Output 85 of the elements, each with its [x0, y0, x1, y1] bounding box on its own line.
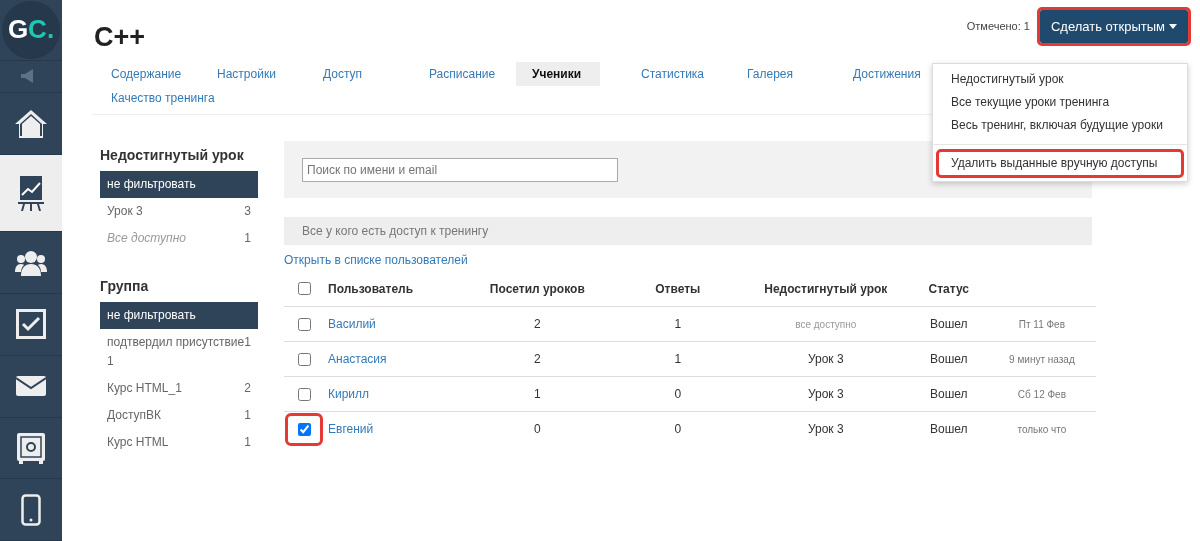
filter-label: не фильтровать [107, 176, 196, 193]
table-cell: Урок 3 [741, 411, 910, 446]
table-cell: 0 [460, 411, 614, 446]
home-icon[interactable] [15, 108, 47, 139]
filter-label: Курс HTML_1 [107, 380, 182, 397]
make-open-button[interactable]: Сделать открытым [1039, 9, 1188, 43]
table-cell: Вошел [909, 411, 988, 446]
filter-label: ДоступВК [107, 407, 162, 424]
chart-easel-icon[interactable] [18, 175, 44, 212]
user-link[interactable]: Василий [328, 317, 376, 331]
table-cell: Пт 11 Фев [987, 306, 1096, 342]
user-link[interactable]: Анастасия [328, 352, 387, 366]
row-checkbox[interactable] [298, 317, 311, 331]
column-header: Ответы [613, 271, 742, 307]
user-link[interactable]: Кирилл [328, 387, 370, 401]
page-title: C++ [94, 21, 146, 53]
table-cell: Урок 3 [741, 376, 910, 412]
table-cell: 2 [460, 306, 614, 342]
filter-count: 2 [244, 380, 251, 397]
tab[interactable]: Галерея [728, 62, 834, 86]
column-header: Статус [909, 271, 988, 307]
filter-count: 1 [244, 407, 251, 424]
tab[interactable]: Доступ [304, 62, 410, 86]
tab[interactable]: Расписание [410, 62, 516, 86]
caret-icon [1169, 23, 1177, 29]
filter-label: Урок 3 [107, 203, 143, 220]
search-field[interactable]: Поиск по имени и email [302, 157, 618, 182]
filter-label: Курс HTML [107, 434, 169, 451]
table-cell: Вошел [909, 341, 988, 377]
filter-item[interactable]: не фильтровать [100, 171, 258, 198]
table-cell: Вошел [909, 376, 988, 412]
table-cell: только что [987, 411, 1096, 446]
table-cell: 0 [613, 376, 742, 412]
users-icon[interactable] [15, 249, 47, 276]
marked-count: Отмечено: 1 [966, 20, 1030, 32]
row-checkbox[interactable] [298, 422, 311, 436]
filter-label: Все доступно [107, 230, 186, 247]
user-link[interactable]: Евгений [328, 422, 374, 436]
table-cell: 1 [613, 341, 742, 377]
tab[interactable]: Ученики [516, 62, 600, 86]
table-cell: Урок 3 [741, 341, 910, 377]
logo[interactable]: GC. [2, 0, 60, 59]
tab[interactable]: Содержание [92, 62, 198, 86]
tab[interactable]: Настройки [198, 62, 304, 86]
filter-item[interactable]: Курс HTML 1 [100, 429, 258, 456]
filter-label: не фильтровать [107, 307, 196, 324]
table-cell: 1 [613, 306, 742, 342]
filter-title: Недостигнутый урок [100, 147, 245, 163]
filter-item[interactable]: Курс HTML_1 2 [100, 375, 258, 402]
filter-item[interactable]: Урок 3 3 [100, 198, 258, 225]
checkbox-icon[interactable] [16, 309, 46, 340]
phone-icon[interactable] [21, 493, 41, 526]
access-banner: Все у кого есть доступ к тренингу [284, 217, 1092, 245]
filter-label: подтвердил присутствие 1 [107, 334, 245, 370]
table-cell: все доступно [741, 306, 910, 342]
filter-count: 3 [244, 203, 251, 220]
table-cell: 1 [460, 376, 614, 412]
safe-icon[interactable] [16, 431, 46, 464]
table-cell: 9 минут назад [987, 341, 1096, 377]
filter-count: 1 [244, 334, 251, 351]
menu-item[interactable]: Весь тренинг, включая будущие уроки [933, 114, 1187, 137]
column-header: Недостигнутый урок [741, 271, 910, 307]
filter-item[interactable]: Все доступно 1 [100, 225, 258, 252]
table-cell: Сб 12 Фев [987, 376, 1096, 412]
table-cell: 2 [460, 341, 614, 377]
column-header: Пользователь [324, 271, 461, 307]
open-in-users-link[interactable]: Открыть в списке пользователей [284, 253, 1092, 267]
filter-item[interactable]: подтвердил присутствие 1 1 [100, 329, 258, 375]
menu-item[interactable]: Удалить выданные вручную доступы [939, 152, 1181, 175]
row-checkbox[interactable] [298, 387, 311, 401]
menu-item[interactable]: Все текущие уроки тренинга [933, 91, 1187, 114]
filter-count: 1 [244, 230, 251, 247]
table-cell: 0 [613, 411, 742, 446]
select-all-checkbox[interactable] [298, 282, 311, 295]
filter-item[interactable]: не фильтровать [100, 302, 258, 329]
tab[interactable]: Статистика [622, 62, 728, 86]
filter-item[interactable]: ДоступВК 1 [100, 402, 258, 429]
row-checkbox[interactable] [298, 352, 311, 366]
filter-count: 1 [244, 434, 251, 451]
column-header: Посетил уроков [460, 271, 614, 307]
tab[interactable]: Качество тренинга [92, 86, 215, 110]
mail-icon[interactable] [16, 376, 46, 397]
table-cell: Вошел [909, 306, 988, 342]
filter-title: Группа [100, 278, 150, 294]
menu-item[interactable]: Недостигнутый урок [933, 68, 1187, 91]
